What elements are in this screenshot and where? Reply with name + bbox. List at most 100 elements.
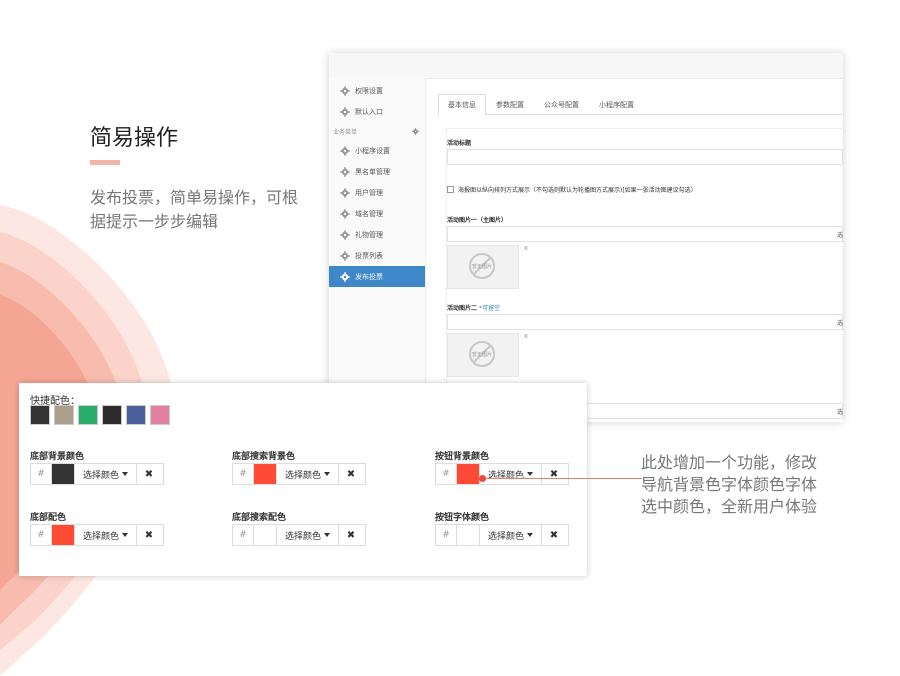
sidebar-item-gifts[interactable]: 礼物管理 bbox=[329, 224, 425, 245]
no-image-icon: 暂无图片 bbox=[469, 253, 495, 279]
clear-color-button[interactable]: ✖ bbox=[339, 464, 363, 484]
choose-color-label: 选择颜色 bbox=[487, 531, 524, 542]
footer-bg-color-field: 底部背景颜色 # 选择颜色 ✖ bbox=[30, 449, 164, 485]
choose-color-button[interactable]: 选择颜色 bbox=[75, 464, 137, 484]
clear-color-button[interactable]: ✖ bbox=[542, 464, 566, 484]
choose-color-button[interactable]: 选择颜色 bbox=[75, 525, 137, 545]
admin-screenshot: 权限设置 默认入口 业务菜单 小程序设置 黑名单管理 用户管理 域名管理 礼物管… bbox=[329, 53, 843, 422]
caret-down-icon bbox=[527, 533, 533, 537]
sidebar-item-default-entry[interactable]: 默认入口 bbox=[329, 101, 425, 122]
gear-icon bbox=[340, 145, 350, 156]
color-preview[interactable] bbox=[457, 525, 480, 545]
color-preview[interactable] bbox=[52, 525, 75, 545]
tab-miniprogram[interactable]: 小程序配置 bbox=[589, 94, 644, 116]
tab-basic-info[interactable]: 基本信息 bbox=[438, 94, 486, 116]
sidebar-item-label: 小程序设置 bbox=[355, 146, 390, 155]
sidebar-item-label: 投票列表 bbox=[355, 251, 383, 260]
hex-input[interactable]: # bbox=[233, 525, 254, 545]
sidebar-item-label: 默认入口 bbox=[355, 107, 383, 116]
color-picker-group: # 选择颜色 ✖ bbox=[435, 524, 569, 546]
image1-thumbnail: 暂无图片 x bbox=[447, 244, 528, 289]
hex-input[interactable]: # bbox=[436, 525, 457, 545]
image1-input[interactable] bbox=[447, 226, 843, 242]
caret-down-icon bbox=[122, 533, 128, 537]
sidebar-item-users[interactable]: 用户管理 bbox=[329, 182, 425, 203]
sidebar-item-label: 权限设置 bbox=[355, 86, 383, 95]
image1-label: 活动图片一（主图片） bbox=[447, 217, 508, 224]
gear-icon bbox=[340, 208, 350, 219]
gear-icon bbox=[340, 250, 350, 261]
quick-swatch[interactable] bbox=[30, 405, 50, 425]
image2-optional: *可留空 bbox=[479, 305, 501, 312]
image1-select-button[interactable]: 选 bbox=[837, 230, 843, 239]
sidebar-item-miniprogram-settings[interactable]: 小程序设置 bbox=[329, 140, 425, 161]
choose-color-button[interactable]: 选择颜色 bbox=[277, 525, 339, 545]
clear-color-button[interactable]: ✖ bbox=[542, 525, 566, 545]
choose-color-button[interactable]: 选择颜色 bbox=[480, 525, 542, 545]
color-settings-panel: 快捷配色： 底部背景颜色 # 选择颜色 ✖ 底部搜索背景色 # 选择颜色 ✖ 按… bbox=[19, 383, 587, 576]
image3-select-button[interactable]: 选 bbox=[837, 407, 843, 416]
checkbox-box[interactable] bbox=[447, 186, 454, 193]
activity-title-label: 活动标题 bbox=[447, 140, 472, 147]
color-preview[interactable] bbox=[52, 464, 75, 484]
publish-form: 活动标题 海报图以纵向排列方式展示（不勾选则默认为轮播图方式展示)[如果一张活动… bbox=[446, 128, 843, 422]
sidebar-group-business: 业务菜单 bbox=[329, 122, 425, 140]
choose-color-button[interactable]: 选择颜色 bbox=[277, 464, 339, 484]
quick-swatch[interactable] bbox=[78, 405, 98, 425]
sidebar-item-blacklist[interactable]: 黑名单管理 bbox=[329, 161, 425, 182]
choose-color-button[interactable]: 选择颜色 bbox=[480, 464, 542, 484]
feature-note: 此处增加一个功能，修改导航背景色字体颜色字体选中颜色，全新用户体验 bbox=[641, 453, 818, 516]
admin-sidebar: 权限设置 默认入口 业务菜单 小程序设置 黑名单管理 用户管理 域名管理 礼物管… bbox=[329, 78, 426, 422]
hex-input[interactable]: # bbox=[436, 464, 457, 484]
hex-input[interactable]: # bbox=[31, 525, 52, 545]
gear-icon bbox=[340, 187, 350, 198]
color-picker-group: # 选择颜色 ✖ bbox=[435, 463, 569, 485]
remove-image2-button[interactable]: x bbox=[524, 332, 528, 340]
sidebar-item-domains[interactable]: 域名管理 bbox=[329, 203, 425, 224]
sidebar-item-vote-list[interactable]: 投票列表 bbox=[329, 245, 425, 266]
slide-title: 简易操作 bbox=[90, 126, 179, 151]
no-image-icon: 暂无图片 bbox=[469, 341, 495, 367]
footer-color-field: 底部配色 # 选择颜色 ✖ bbox=[30, 510, 164, 546]
field-label: 按钮字体颜色 bbox=[435, 513, 490, 523]
color-picker-group: # 选择颜色 ✖ bbox=[30, 463, 164, 485]
sidebar-item-permissions[interactable]: 权限设置 bbox=[329, 80, 425, 101]
field-label: 底部搜索配色 bbox=[232, 513, 287, 523]
image2-label: 活动图片二 *可留空 bbox=[447, 303, 500, 312]
button-bg-color-field: 按钮背景颜色 # 选择颜色 ✖ bbox=[435, 449, 569, 485]
hex-input[interactable]: # bbox=[31, 464, 52, 484]
remove-image1-button[interactable]: x bbox=[524, 244, 528, 252]
quick-swatch[interactable] bbox=[150, 405, 170, 425]
vertical-display-checkbox[interactable]: 海报图以纵向排列方式展示（不勾选则默认为轮播图方式展示)[如果一张活动图建议勾选… bbox=[447, 185, 697, 194]
clear-color-button[interactable]: ✖ bbox=[339, 525, 363, 545]
title-underline bbox=[90, 160, 120, 165]
gear-icon bbox=[340, 166, 350, 177]
color-picker-group: # 选择颜色 ✖ bbox=[232, 463, 366, 485]
field-label: 底部搜索背景色 bbox=[232, 452, 296, 462]
slide-description: 发布投票，简单易操作，可根据提示一步步编辑 bbox=[90, 188, 299, 231]
sidebar-item-label: 黑名单管理 bbox=[355, 167, 390, 176]
image2-input[interactable] bbox=[447, 314, 843, 330]
quick-swatch[interactable] bbox=[54, 405, 74, 425]
hex-input[interactable]: # bbox=[233, 464, 254, 484]
color-preview[interactable] bbox=[254, 525, 277, 545]
tab-official-account[interactable]: 公众号配置 bbox=[534, 94, 589, 116]
clear-color-button[interactable]: ✖ bbox=[137, 525, 161, 545]
image2-select-button[interactable]: 选 bbox=[837, 318, 843, 327]
gear-icon bbox=[340, 106, 350, 117]
tab-params[interactable]: 参数配置 bbox=[486, 94, 534, 116]
gear-icon[interactable] bbox=[412, 127, 419, 135]
sidebar-item-publish-vote[interactable]: 发布投票 bbox=[329, 266, 425, 287]
callout-dot bbox=[479, 475, 486, 482]
quick-swatch[interactable] bbox=[102, 405, 122, 425]
button-font-color-field: 按钮字体颜色 # 选择颜色 ✖ bbox=[435, 510, 569, 546]
color-preview[interactable] bbox=[254, 464, 277, 484]
caret-down-icon bbox=[122, 472, 128, 476]
activity-title-input[interactable] bbox=[447, 149, 843, 165]
color-picker-group: # 选择颜色 ✖ bbox=[30, 524, 164, 546]
quick-swatch[interactable] bbox=[126, 405, 146, 425]
callout-line bbox=[482, 478, 642, 479]
sidebar-item-label: 礼物管理 bbox=[355, 230, 383, 239]
clear-color-button[interactable]: ✖ bbox=[137, 464, 161, 484]
color-preview[interactable] bbox=[457, 464, 480, 484]
